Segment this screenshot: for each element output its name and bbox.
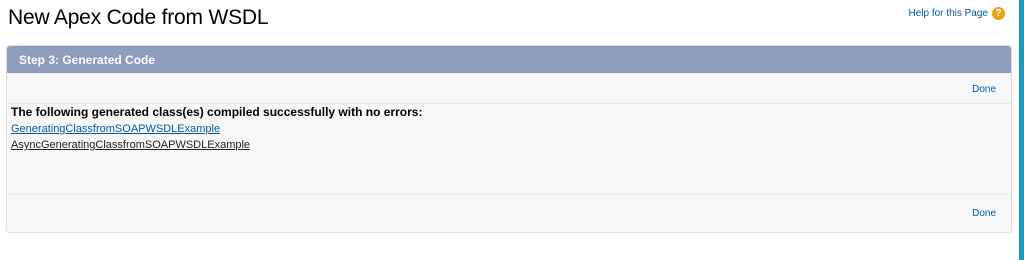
- panel-header: Step 3: Generated Code: [7, 46, 1011, 73]
- page-title: New Apex Code from WSDL: [8, 6, 269, 29]
- async-generated-class-link[interactable]: AsyncGeneratingClassfromSOAPWSDLExample: [11, 137, 422, 153]
- top-button-bar: Done: [7, 73, 1011, 104]
- panel-header-title: Step 3: Generated Code: [19, 52, 156, 67]
- panel-content: The following generated class(es) compil…: [11, 105, 422, 153]
- help-icon: ?: [992, 7, 1005, 20]
- done-button-bottom[interactable]: Done: [972, 208, 996, 219]
- done-button-top[interactable]: Done: [972, 84, 996, 95]
- page-root: New Apex Code from WSDL Help for this Pa…: [0, 0, 1024, 260]
- help-for-this-page-link[interactable]: Help for this Page ?: [908, 7, 1005, 20]
- bottom-button-bar: Done: [7, 194, 1011, 232]
- generated-class-link[interactable]: GeneratingClassfromSOAPWSDLExample: [11, 121, 422, 137]
- success-message: The following generated class(es) compil…: [11, 105, 423, 119]
- help-link-label: Help for this Page: [908, 8, 989, 19]
- generated-code-panel: Step 3: Generated Code Done The followin…: [6, 45, 1012, 233]
- window-right-edge: [1019, 0, 1024, 260]
